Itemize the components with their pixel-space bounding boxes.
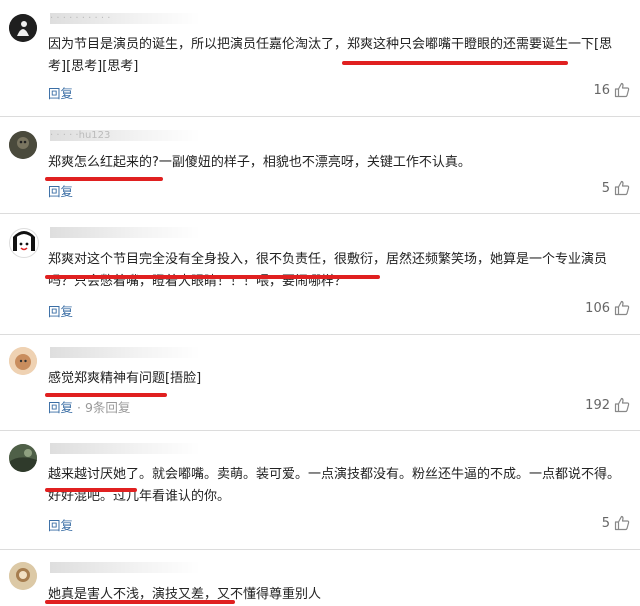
like-count: 5 [601, 515, 610, 531]
comment-text: 郑爽怎么红起来的?一副傻妞的样子，相貌也不漂亮呀，关键工作不认真。 [48, 155, 471, 170]
red-underline [45, 275, 380, 279]
like-count: 5 [601, 180, 610, 196]
reply-button[interactable]: 回复 [48, 181, 73, 200]
avatar[interactable] [9, 131, 37, 159]
reply-button[interactable]: 回复 · 9条回复 [48, 397, 130, 416]
like-button[interactable]: 16 [593, 82, 630, 98]
like-button[interactable]: 106 [585, 300, 630, 316]
username[interactable] [50, 347, 200, 358]
like-button[interactable]: 5 [602, 515, 630, 531]
reply-button[interactable]: 回复 [48, 301, 73, 320]
subreply-count[interactable]: · 9条回复 [77, 400, 130, 415]
comment-text: 因为节目是演员的诞生，所以把演员任嘉伦淘汰了，郑爽这种只会嘟嘴干瞪眼的还需要诞生… [48, 37, 613, 74]
comment-6: 她真是害人不浅，演技又差，又不懂得尊重别人 [0, 550, 640, 605]
comment-text: 郑爽对这个节目完全没有全身投入，很不负责任，很敷衍，居然还频繁笑场，她算是一个专… [48, 252, 608, 289]
avatar[interactable] [9, 444, 37, 472]
comment-1: · · · · · · · · · · 因为节目是演员的诞生，所以把演员任嘉伦淘… [0, 0, 640, 115]
reply-label[interactable]: 回复 [48, 400, 73, 415]
comment-3: 郑爽对这个节目完全没有全身投入，很不负责任，很敷衍，居然还频繁笑场，她算是一个专… [0, 214, 640, 334]
username[interactable] [50, 227, 200, 238]
like-count: 16 [593, 82, 610, 98]
red-underline [45, 488, 137, 492]
comment-4: 感觉郑爽精神有问题[捂脸] 回复 · 9条回复 192 [0, 335, 640, 430]
like-count: 192 [585, 397, 610, 413]
thumbs-up-icon [614, 515, 630, 531]
comment-text: 感觉郑爽精神有问题[捂脸] [48, 371, 202, 386]
avatar[interactable] [9, 228, 39, 258]
thumbs-up-icon [614, 82, 630, 98]
comment-2: · · · · ·hu123 郑爽怎么红起来的?一副傻妞的样子，相貌也不漂亮呀，… [0, 117, 640, 213]
username[interactable] [50, 443, 200, 454]
comment-5: 越来越讨厌她了。就会嘟嘴。卖萌。装可爱。一点演技都没有。粉丝还牛逼的不成。一点都… [0, 431, 640, 549]
thumbs-up-icon [614, 397, 630, 413]
reply-button[interactable]: 回复 [48, 515, 73, 534]
avatar[interactable] [9, 347, 37, 375]
avatar[interactable] [9, 562, 37, 590]
username[interactable]: · · · · ·hu123 [50, 130, 200, 141]
red-underline [342, 61, 568, 65]
reply-button[interactable]: 回复 [48, 83, 73, 102]
thumbs-up-icon [614, 180, 630, 196]
like-button[interactable]: 192 [585, 397, 630, 413]
thumbs-up-icon [614, 300, 630, 316]
like-count: 106 [585, 300, 610, 316]
red-underline [45, 600, 235, 604]
comment-text: 越来越讨厌她了。就会嘟嘴。卖萌。装可爱。一点演技都没有。粉丝还牛逼的不成。一点都… [48, 467, 621, 504]
username[interactable]: · · · · · · · · · · [50, 13, 200, 24]
like-button[interactable]: 5 [602, 180, 630, 196]
avatar[interactable] [9, 14, 37, 42]
username[interactable] [50, 562, 200, 573]
